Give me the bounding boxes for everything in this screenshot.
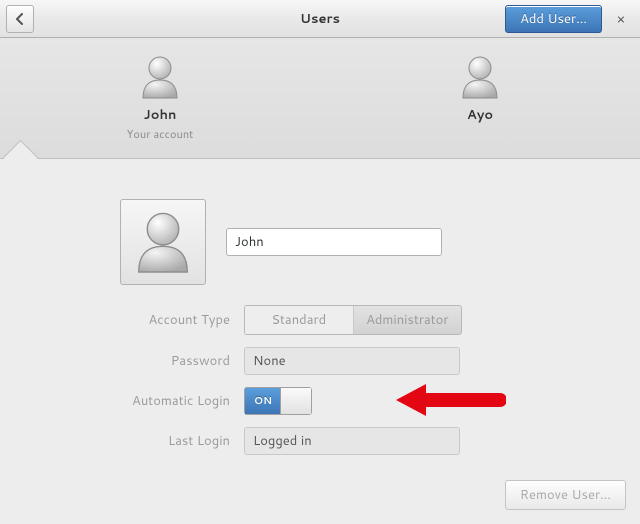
toggle-knob (280, 388, 311, 414)
back-button[interactable] (6, 5, 34, 33)
avatar-picker[interactable] (120, 199, 206, 285)
close-icon: × (617, 9, 626, 29)
last-login-label: Last Login (120, 432, 230, 450)
user-avatar-icon (459, 54, 501, 100)
user-chooser: John Your account Ayo (0, 38, 640, 159)
account-type-option-administrator[interactable]: Administrator (353, 306, 462, 334)
user-details: Account Type Standard Administrator Pass… (0, 159, 640, 455)
add-user-label: Add User… (520, 10, 587, 28)
automatic-login-label: Automatic Login (120, 392, 230, 410)
automatic-login-toggle[interactable]: ON (244, 387, 312, 415)
user-name-label: Ayo (467, 106, 493, 124)
user-chooser-item[interactable]: Ayo (320, 38, 640, 158)
chevron-left-icon (15, 13, 25, 25)
remove-user-button[interactable]: Remove User… (505, 480, 626, 510)
close-button[interactable]: × (608, 6, 634, 32)
user-name-label: John (144, 106, 177, 124)
header-bar: Users Add User… × (0, 0, 640, 38)
toggle-on-label: ON (245, 388, 281, 414)
add-user-button[interactable]: Add User… (505, 5, 602, 33)
password-label: Password (120, 352, 230, 370)
password-value: None (253, 352, 286, 370)
account-type-label: Account Type (120, 311, 230, 329)
user-chooser-item[interactable]: John Your account (0, 38, 320, 158)
user-avatar-icon (139, 54, 181, 100)
user-avatar-icon (133, 209, 193, 275)
last-login-field[interactable]: Logged in (244, 427, 460, 455)
account-type-segmented[interactable]: Standard Administrator (244, 305, 462, 335)
password-field[interactable]: None (244, 347, 460, 375)
full-name-input[interactable] (226, 228, 442, 256)
last-login-value: Logged in (253, 432, 312, 450)
user-sublabel: Your account (127, 126, 194, 142)
account-type-option-standard[interactable]: Standard (245, 306, 353, 334)
remove-user-label: Remove User… (520, 486, 611, 504)
